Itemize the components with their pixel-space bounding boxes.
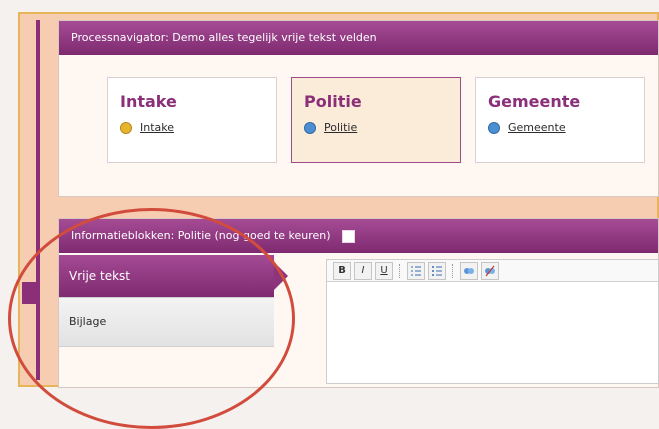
nav-card-link[interactable]: Politie <box>304 121 448 134</box>
process-navigator-panel: Processnavigator: Demo alles tegelijk vr… <box>58 20 659 197</box>
rich-text-editor[interactable]: B I U <box>326 259 659 384</box>
bullet-list-icon[interactable] <box>428 261 446 280</box>
nav-card-link[interactable]: Gemeente <box>488 121 632 134</box>
bold-button[interactable]: B <box>333 261 351 280</box>
nav-card-title: Gemeente <box>488 92 581 111</box>
nav-card-title: Politie <box>304 92 362 111</box>
ordered-list-icon[interactable] <box>407 261 425 280</box>
process-navigator-header: Processnavigator: Demo alles tegelijk vr… <box>59 21 658 55</box>
italic-button[interactable]: I <box>354 261 372 280</box>
link-icon[interactable] <box>460 261 478 280</box>
nav-card-link[interactable]: Intake <box>120 121 264 134</box>
approval-checkbox[interactable] <box>342 229 356 243</box>
unlink-icon[interactable] <box>481 261 499 280</box>
nav-card-politie[interactable]: Politie Politie <box>291 77 461 163</box>
info-block-tabs: Vrije tekst Bijlage <box>59 255 288 347</box>
left-rail <box>36 20 40 380</box>
editor-toolbar: B I U <box>327 260 658 282</box>
nav-card-gemeente[interactable]: Gemeente Gemeente <box>475 77 645 163</box>
tab-vrije-tekst[interactable]: Vrije tekst <box>59 255 288 297</box>
intake-link[interactable]: Intake <box>140 121 174 134</box>
editor-text-area[interactable] <box>327 282 658 383</box>
status-dot-icon <box>120 121 132 134</box>
tab-bijlage[interactable]: Bijlage <box>59 297 274 347</box>
info-blocks-header: Informatieblokken: Politie (nog goed te … <box>59 219 658 253</box>
info-blocks-title: Informatieblokken: Politie (nog goed te … <box>71 229 331 242</box>
gemeente-link[interactable]: Gemeente <box>508 121 566 134</box>
politie-link[interactable]: Politie <box>324 121 357 134</box>
info-blocks-panel: Informatieblokken: Politie (nog goed te … <box>58 218 659 388</box>
toolbar-separator <box>452 263 454 278</box>
status-dot-icon <box>488 121 500 134</box>
nav-card-intake[interactable]: Intake Intake <box>107 77 277 163</box>
nav-card-title: Intake <box>120 92 177 111</box>
status-dot-icon <box>304 121 316 134</box>
toolbar-separator <box>399 263 401 278</box>
underline-button[interactable]: U <box>375 261 393 280</box>
left-tab <box>22 282 38 304</box>
